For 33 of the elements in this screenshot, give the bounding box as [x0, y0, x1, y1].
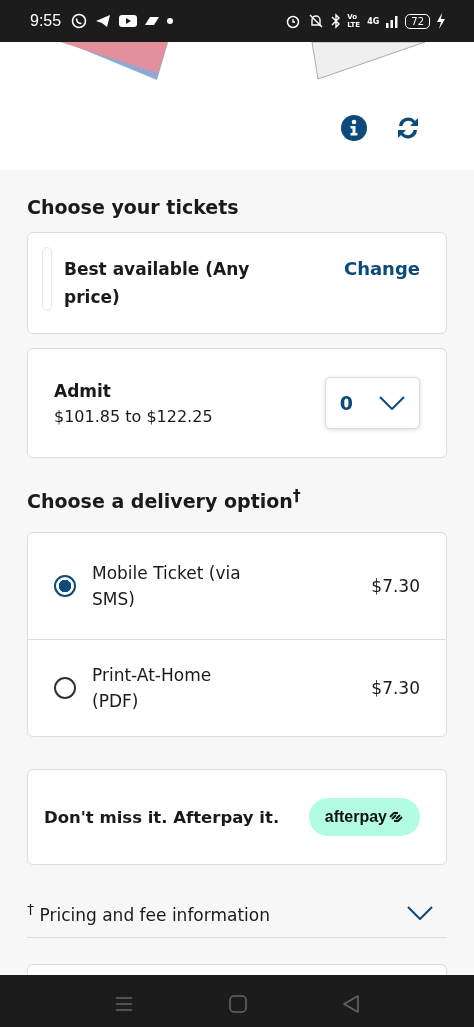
afterpay-button[interactable]: afterpay — [308, 798, 420, 837]
battery-level: 72 — [405, 13, 430, 29]
delivery-price: $7.30 — [371, 576, 420, 597]
selection-label: Best available (Any price) — [64, 258, 251, 309]
section-heading: Choose a delivery option$^{†}$ — [27, 486, 301, 513]
afterpay-text: Don't miss it. Afterpay it. — [44, 807, 280, 827]
change-link[interactable]: Change — [343, 255, 420, 283]
dot-icon — [167, 18, 174, 24]
delivery-option-label: Mobile Ticket (via SMS) — [92, 562, 242, 612]
admit-label: Admit — [54, 380, 112, 401]
section-heading: Choose your tickets — [27, 196, 239, 218]
quantity-dropdown[interactable]: 0 — [324, 377, 420, 429]
charging-icon — [436, 13, 446, 29]
delivery-price: $7.30 — [371, 678, 420, 699]
status-time: 9:55 — [30, 12, 62, 30]
radio-button[interactable] — [54, 677, 76, 700]
shape-icon — [145, 15, 160, 27]
alarm-icon — [285, 13, 302, 29]
signal-icon — [385, 14, 400, 28]
bluetooth-icon — [331, 13, 342, 29]
network-label: 4G — [367, 16, 380, 26]
info-icon[interactable] — [340, 114, 368, 142]
pricing-info-label: $^{†}$ Pricing and fee information — [27, 901, 270, 925]
radio-button[interactable] — [54, 575, 76, 598]
pricing-info-toggle[interactable]: $^{†}$ Pricing and fee information — [27, 901, 447, 938]
play-icon — [119, 14, 138, 28]
home-icon[interactable] — [229, 995, 247, 1014]
chat-icon — [71, 13, 88, 29]
delivery-option-label: Print-At-Home (PDF) — [92, 664, 213, 714]
chevron-icon — [379, 396, 405, 410]
price-range: $101.85 to $122.25 — [54, 406, 213, 426]
back-icon[interactable] — [343, 995, 359, 1014]
send-icon — [95, 13, 112, 29]
